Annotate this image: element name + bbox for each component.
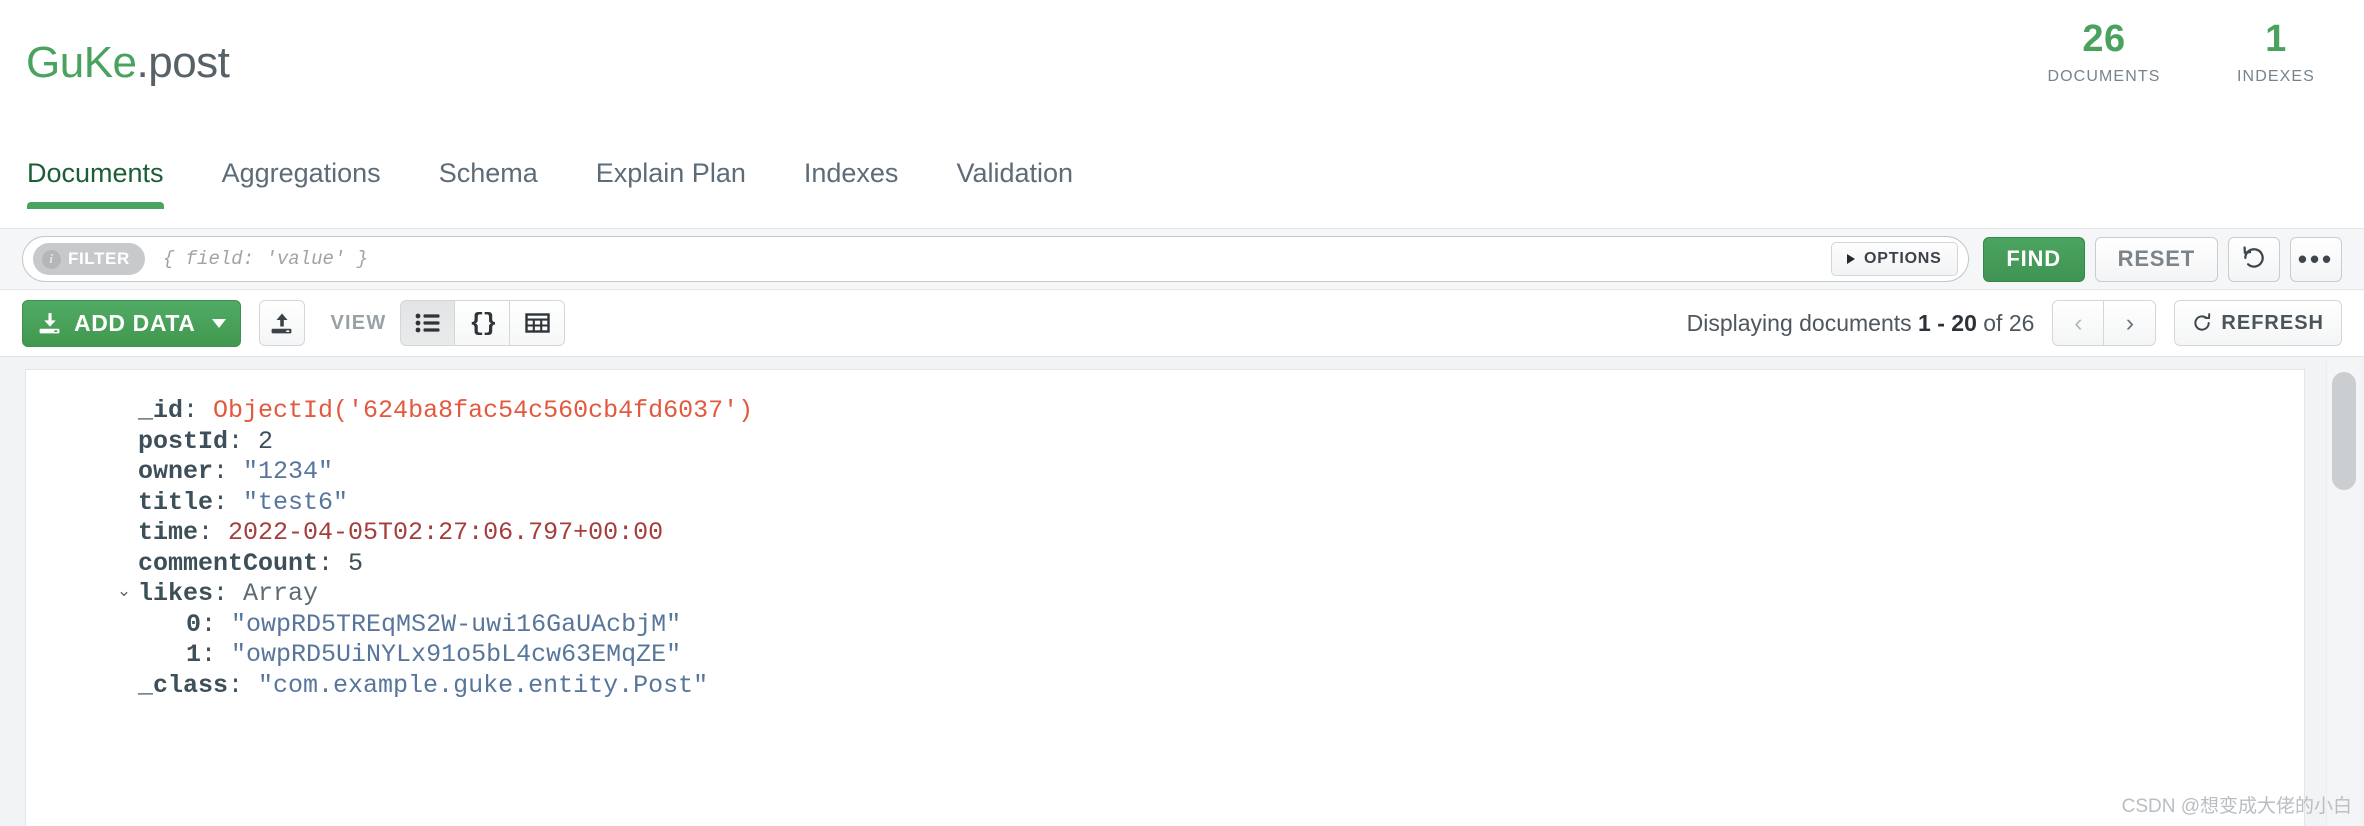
tab-indexes[interactable]: Indexes xyxy=(804,150,925,209)
app-root: GuKe.post 26 DOCUMENTS 1 INDEXES Documen… xyxy=(0,0,2364,826)
add-data-button[interactable]: ADD DATA xyxy=(22,299,241,347)
document-field-_id: _id: ObjectId('624ba8fac54c560cb4fd6037'… xyxy=(138,396,754,425)
filter-actions: FIND RESET ••• xyxy=(1982,236,2342,282)
view-toggle-list[interactable] xyxy=(400,300,456,346)
field-value: 2 xyxy=(258,426,274,456)
vertical-scrollbar-thumb[interactable] xyxy=(2332,372,2356,490)
field-key: _id xyxy=(138,396,184,425)
document-list-area: _id: ObjectId('624ba8fac54c560cb4fd6037'… xyxy=(0,356,2364,826)
field-key: owner xyxy=(138,457,214,486)
document-field-commentCount: commentCount: 5 xyxy=(138,548,364,578)
namespace-database: GuKe xyxy=(26,38,137,87)
import-icon xyxy=(39,312,60,333)
indexes-label: INDEXES xyxy=(2237,67,2315,85)
view-toggle-group: {} xyxy=(400,300,566,346)
displaying-range: 1 - 20 xyxy=(1918,309,1977,336)
document-field-likes: ⌄ likes: Array xyxy=(116,579,319,608)
find-button[interactable]: FIND xyxy=(1982,236,2085,282)
document-fields: _id: ObjectId('624ba8fac54c560cb4fd6037'… xyxy=(26,396,2304,701)
document-field-postId: postId: 2 xyxy=(138,426,274,456)
field-value: ObjectId('624ba8fac54c560cb4fd6037') xyxy=(213,396,754,425)
chevron-down-icon xyxy=(211,318,226,328)
info-icon: i xyxy=(42,249,61,269)
document-field-title: title: "test6" xyxy=(138,487,349,517)
field-value: 5 xyxy=(348,548,364,578)
tab-schema[interactable]: Schema xyxy=(439,150,564,209)
pagination-group: Displaying documents 1 - 20 of 26 ‹ › RE… xyxy=(1687,300,2342,346)
field-value: Array xyxy=(243,579,319,608)
document-array-item-1: 1: "owpRD5UiNYLx91o5bL4cw63EMqZE" xyxy=(186,640,682,669)
field-key: time xyxy=(138,518,199,547)
export-icon xyxy=(271,313,292,333)
export-button[interactable] xyxy=(258,300,305,346)
query-history-button[interactable] xyxy=(2228,236,2280,282)
field-key: commentCount xyxy=(138,548,319,578)
history-icon xyxy=(2243,246,2264,268)
view-toggle-json[interactable]: {} xyxy=(455,300,511,346)
refresh-label: REFRESH xyxy=(2221,311,2324,334)
vertical-scrollbar-track[interactable] xyxy=(2326,360,2360,826)
watermark: CSDN @想变成大佬的小白 xyxy=(2121,796,2352,817)
more-options-button[interactable]: ••• xyxy=(2290,236,2342,282)
stat-indexes: 1 INDEXES xyxy=(2216,18,2336,86)
braces-icon: {} xyxy=(469,308,497,338)
filter-badge-label: FILTER xyxy=(68,249,130,268)
add-data-label: ADD DATA xyxy=(74,309,196,336)
options-label: OPTIONS xyxy=(1864,250,1942,267)
view-label: VIEW xyxy=(330,311,387,334)
field-key: postId xyxy=(138,426,229,456)
documents-count: 26 xyxy=(2082,18,2126,60)
document-field-_class: _class: "com.example.guke.entity.Post" xyxy=(138,670,709,700)
refresh-icon xyxy=(2194,313,2211,331)
field-value: "owpRD5UiNYLx91o5bL4cw63EMqZE" xyxy=(231,640,682,669)
next-page-button[interactable]: › xyxy=(2104,300,2157,346)
field-key: _class xyxy=(138,670,229,700)
collection-stats: 26 DOCUMENTS 1 INDEXES xyxy=(2044,18,2336,86)
chevron-right-icon xyxy=(1847,254,1856,264)
filter-query-input[interactable]: { field: 'value' } xyxy=(163,248,1831,270)
previous-page-button[interactable]: ‹ xyxy=(2052,300,2105,346)
page-title: GuKe.post xyxy=(26,38,230,88)
field-key: 0 xyxy=(186,609,202,639)
collection-header: GuKe.post 26 DOCUMENTS 1 INDEXES xyxy=(0,0,2364,150)
document-field-time: time: 2022-04-05T02:27:06.797+00:00 xyxy=(138,518,664,547)
namespace-collection: .post xyxy=(136,38,230,87)
filter-input-container[interactable]: i FILTER { field: 'value' } OPTIONS xyxy=(22,236,1969,282)
tab-explain-plan[interactable]: Explain Plan xyxy=(596,150,772,209)
tab-bar: Documents Aggregations Schema Explain Pl… xyxy=(0,150,2364,228)
field-value: "test6" xyxy=(243,487,349,517)
displaying-suffix: of 26 xyxy=(1983,309,2035,336)
document-card[interactable]: _id: ObjectId('624ba8fac54c560cb4fd6037'… xyxy=(25,369,2305,826)
field-value: "1234" xyxy=(243,457,334,486)
field-value: "com.example.guke.entity.Post" xyxy=(258,670,709,700)
tab-documents[interactable]: Documents xyxy=(27,150,190,209)
options-button[interactable]: OPTIONS xyxy=(1831,242,1958,276)
document-array-item-0: 0: "owpRD5TREqMS2W-uwi16GaUAcbjM" xyxy=(186,609,682,639)
stat-documents: 26 DOCUMENTS xyxy=(2044,18,2164,86)
document-field-owner: owner: "1234" xyxy=(138,457,334,486)
list-icon xyxy=(415,313,440,333)
field-value: "owpRD5TREqMS2W-uwi16GaUAcbjM" xyxy=(231,609,682,639)
field-key: likes xyxy=(138,579,214,608)
ellipsis-icon: ••• xyxy=(2297,243,2335,274)
filter-bar: i FILTER { field: 'value' } OPTIONS FIND… xyxy=(0,228,2364,290)
field-value: 2022-04-05T02:27:06.797+00:00 xyxy=(228,518,664,547)
reset-button[interactable]: RESET xyxy=(2094,236,2218,282)
refresh-button[interactable]: REFRESH xyxy=(2174,300,2342,346)
expand-chevron-icon[interactable]: ⌄ xyxy=(116,581,132,605)
indexes-count: 1 xyxy=(2265,18,2287,60)
tab-aggregations[interactable]: Aggregations xyxy=(222,150,407,209)
displaying-documents-status: Displaying documents 1 - 20 of 26 xyxy=(1687,310,2035,337)
filter-badge: i FILTER xyxy=(33,243,145,275)
displaying-prefix: Displaying documents xyxy=(1686,309,1912,336)
document-toolbar: ADD DATA VIEW {} Displaying documents 1 … xyxy=(0,290,2364,356)
documents-label: DOCUMENTS xyxy=(2047,67,2161,85)
view-toggle-table[interactable] xyxy=(510,300,566,346)
tab-validation[interactable]: Validation xyxy=(956,150,1099,209)
field-key: 1 xyxy=(186,640,202,669)
table-icon xyxy=(525,313,550,333)
field-key: title xyxy=(138,487,214,517)
